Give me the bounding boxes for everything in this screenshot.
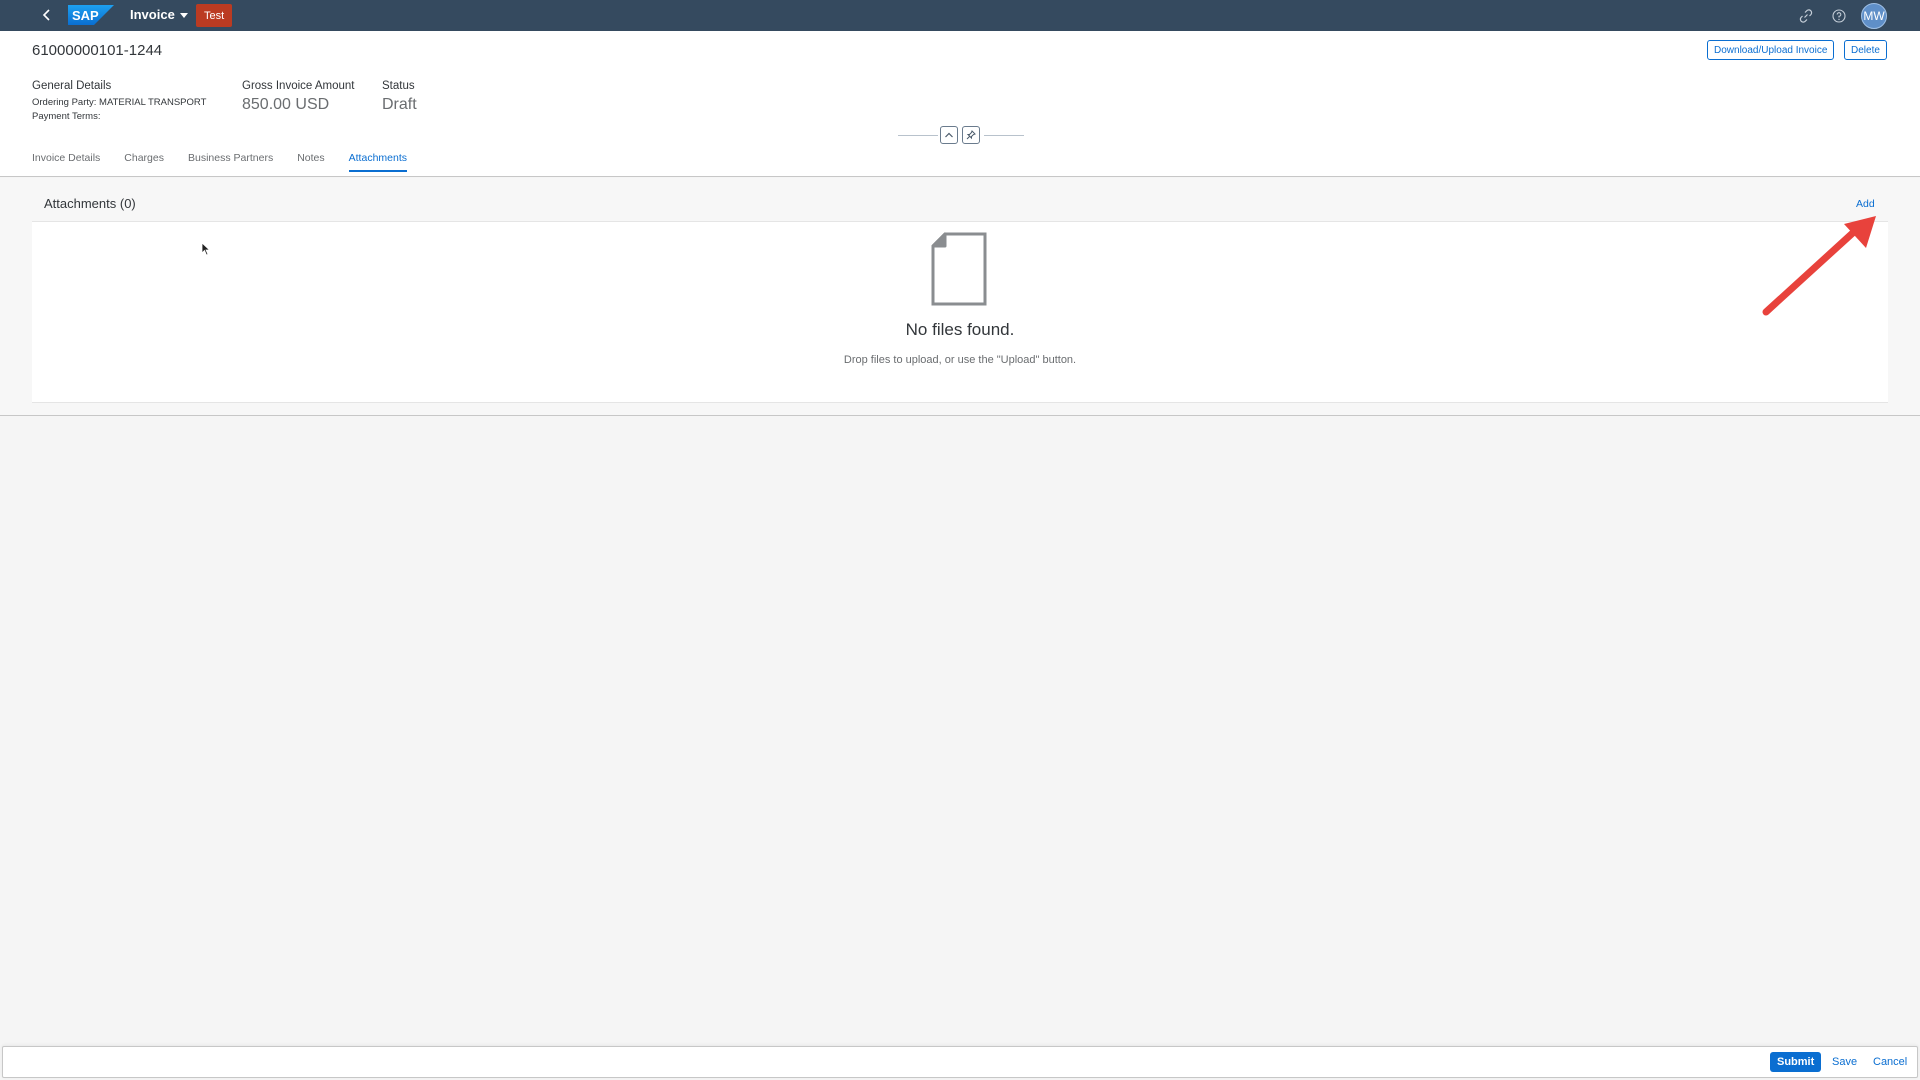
gross-amount-facet: Gross Invoice Amount 850.00 USD: [242, 80, 355, 114]
cancel-button[interactable]: Cancel: [1873, 1056, 1907, 1068]
sap-logo-text: SAP: [72, 8, 99, 23]
tab-attachments[interactable]: Attachments: [348, 152, 408, 172]
pin-header-button[interactable]: [962, 126, 980, 144]
app-title-menu[interactable]: Invoice: [130, 7, 188, 22]
object-header: 61000000101-1244 Download/Upload Invoice…: [0, 31, 1920, 177]
page-title: 61000000101-1244: [32, 42, 163, 59]
general-details-facet: General Details Ordering Party: MATERIAL…: [32, 80, 206, 124]
shell-bar: SAP Invoice Test MW: [0, 0, 1920, 31]
divider: [898, 135, 938, 136]
tab-business-partners[interactable]: Business Partners: [188, 152, 273, 171]
general-details-title: General Details: [32, 80, 112, 92]
help-icon[interactable]: [1830, 7, 1848, 25]
status-title: Status: [382, 80, 415, 92]
status-value: Draft: [382, 96, 417, 113]
tab-invoice-details[interactable]: Invoice Details: [32, 152, 100, 171]
link-icon[interactable]: [1797, 7, 1815, 25]
gross-amount-title: Gross Invoice Amount: [242, 80, 355, 92]
document-icon: [931, 232, 987, 306]
divider: [984, 135, 1024, 136]
delete-button[interactable]: Delete: [1844, 40, 1887, 60]
pin-icon: [966, 130, 976, 140]
mouse-pointer-icon: [201, 242, 211, 256]
submit-button[interactable]: Submit: [1770, 1052, 1822, 1072]
empty-state-title: No files found.: [905, 320, 1015, 339]
annotation-arrow-icon: [1762, 216, 1876, 316]
footer-bar: [2, 1046, 1918, 1078]
empty-state-description: Drop files to upload, or use the "Upload…: [843, 354, 1077, 366]
payment-terms: Payment Terms:: [32, 111, 101, 122]
environment-badge: Test: [196, 4, 233, 27]
add-attachment-button[interactable]: Add: [1856, 198, 1875, 210]
tab-notes[interactable]: Notes: [297, 152, 324, 171]
tab-bar: Invoice Details Charges Business Partner…: [32, 152, 408, 172]
sap-logo[interactable]: SAP: [68, 5, 114, 25]
chevron-down-icon: [179, 12, 188, 18]
gross-amount-value: 850.00 USD: [242, 96, 330, 113]
attachments-title: Attachments (0): [44, 196, 136, 211]
header-collapse-bar: [898, 126, 1024, 144]
app-title: Invoice: [130, 7, 175, 22]
save-button[interactable]: Save: [1832, 1056, 1857, 1068]
ordering-party: Ordering Party: MATERIAL TRANSPORT: [32, 97, 207, 108]
status-facet: Status Draft: [382, 80, 417, 114]
user-avatar[interactable]: MW: [1861, 3, 1887, 29]
back-icon[interactable]: [36, 4, 58, 26]
tab-charges[interactable]: Charges: [124, 152, 164, 171]
download-upload-invoice-button[interactable]: Download/Upload Invoice: [1707, 40, 1835, 60]
collapse-header-button[interactable]: [940, 126, 958, 144]
